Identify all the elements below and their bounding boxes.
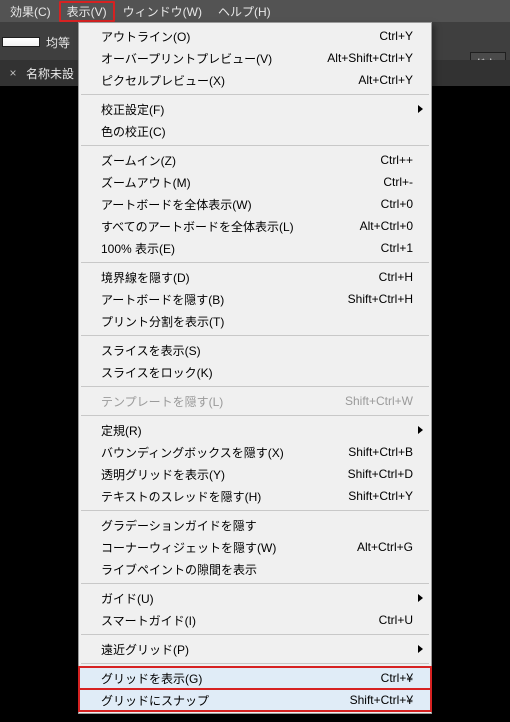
chevron-right-icon <box>418 105 423 113</box>
mi-hide-gradient-guide[interactable]: グラデーションガイドを隠す <box>79 514 431 536</box>
chevron-right-icon <box>418 426 423 434</box>
close-icon[interactable]: × <box>6 66 20 80</box>
mi-lock-slices[interactable]: スライスをロック(K) <box>79 361 431 383</box>
separator <box>81 415 429 416</box>
mi-zoom-out[interactable]: ズームアウト(M) Ctrl+- <box>79 171 431 193</box>
separator <box>81 335 429 336</box>
mi-hide-template: テンプレートを隠す(L) Shift+Ctrl+W <box>79 390 431 412</box>
mi-perspective-grid[interactable]: 遠近グリッド(P) <box>79 638 431 660</box>
mi-outline[interactable]: アウトライン(O) Ctrl+Y <box>79 25 431 47</box>
chevron-right-icon <box>418 645 423 653</box>
mi-fit-all[interactable]: すべてのアートボードを全体表示(L) Alt+Ctrl+0 <box>79 215 431 237</box>
separator <box>81 583 429 584</box>
menubar: 効果(C) 表示(V) ウィンドウ(W) ヘルプ(H) <box>0 0 510 22</box>
mi-show-grid[interactable]: グリッドを表示(G) Ctrl+¥ <box>79 667 431 689</box>
mi-fit-artboard[interactable]: アートボードを全体表示(W) Ctrl+0 <box>79 193 431 215</box>
mi-actual-size[interactable]: 100% 表示(E) Ctrl+1 <box>79 237 431 259</box>
mi-proof-colors[interactable]: 色の校正(C) <box>79 120 431 142</box>
mi-snap-to-grid[interactable]: グリッドにスナップ Shift+Ctrl+¥ <box>79 689 431 711</box>
mi-smart-guides[interactable]: スマートガイド(I) Ctrl+U <box>79 609 431 631</box>
menu-help[interactable]: ヘルプ(H) <box>210 1 279 22</box>
separator <box>81 634 429 635</box>
mi-print-tiling[interactable]: プリント分割を表示(T) <box>79 310 431 332</box>
align-label: 均等 <box>46 34 70 51</box>
menu-window[interactable]: ウィンドウ(W) <box>115 1 210 22</box>
mi-hide-edges[interactable]: 境界線を隠す(D) Ctrl+H <box>79 266 431 288</box>
mi-show-transparency-grid[interactable]: 透明グリッドを表示(Y) Shift+Ctrl+D <box>79 463 431 485</box>
mi-overprint-preview[interactable]: オーバープリントプレビュー(V) Alt+Shift+Ctrl+Y <box>79 47 431 69</box>
view-menu-dropdown: アウトライン(O) Ctrl+Y オーバープリントプレビュー(V) Alt+Sh… <box>78 22 432 714</box>
mi-hide-corner-widget[interactable]: コーナーウィジェットを隠す(W) Alt+Ctrl+G <box>79 536 431 558</box>
mi-hide-bbox[interactable]: バウンディングボックスを隠す(X) Shift+Ctrl+B <box>79 441 431 463</box>
separator <box>81 386 429 387</box>
separator <box>81 262 429 263</box>
mi-live-paint-gaps[interactable]: ライブペイントの隙間を表示 <box>79 558 431 580</box>
mi-proof-setup[interactable]: 校正設定(F) <box>79 98 431 120</box>
mi-rulers[interactable]: 定規(R) <box>79 419 431 441</box>
mi-show-slices[interactable]: スライスを表示(S) <box>79 339 431 361</box>
chevron-right-icon <box>418 594 423 602</box>
separator <box>81 663 429 664</box>
mi-hide-artboards[interactable]: アートボードを隠す(B) Shift+Ctrl+H <box>79 288 431 310</box>
mi-zoom-in[interactable]: ズームイン(Z) Ctrl++ <box>79 149 431 171</box>
stroke-swatch[interactable] <box>2 37 40 47</box>
menu-view[interactable]: 表示(V) <box>59 1 115 22</box>
menu-effect[interactable]: 効果(C) <box>2 1 59 22</box>
document-tab-title[interactable]: 名称未設 <box>20 61 80 86</box>
separator <box>81 94 429 95</box>
mi-guides[interactable]: ガイド(U) <box>79 587 431 609</box>
separator <box>81 510 429 511</box>
mi-hide-text-threads[interactable]: テキストのスレッドを隠す(H) Shift+Ctrl+Y <box>79 485 431 507</box>
mi-pixel-preview[interactable]: ピクセルプレビュー(X) Alt+Ctrl+Y <box>79 69 431 91</box>
separator <box>81 145 429 146</box>
